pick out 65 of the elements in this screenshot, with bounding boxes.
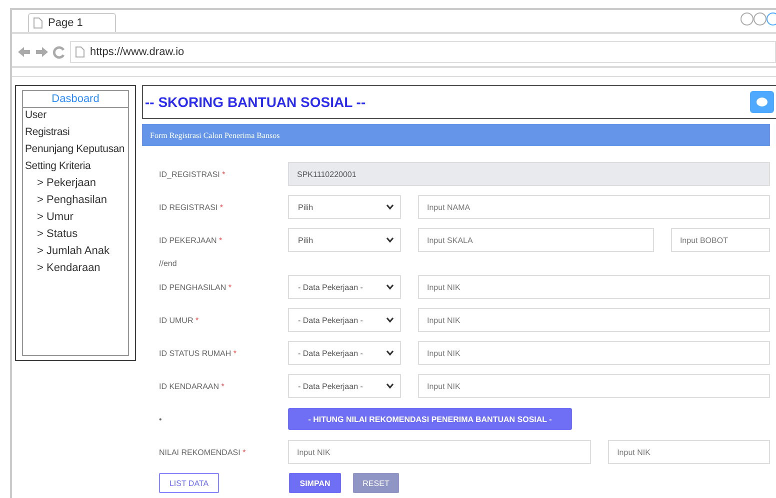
comment-text: //end xyxy=(159,259,177,268)
dot-icon xyxy=(756,97,768,107)
save-button[interactable]: SIMPAN xyxy=(289,473,341,493)
sidebar-subitem[interactable]: > Pekerjaan xyxy=(23,176,128,190)
input-field[interactable]: Input BOBOT xyxy=(670,228,770,252)
input-field[interactable]: Input NIK xyxy=(418,275,770,299)
chevron-icon xyxy=(386,317,394,323)
browser-tab[interactable]: Page 1 xyxy=(28,13,116,32)
sidebar-item[interactable]: User xyxy=(23,108,128,122)
forward-icon[interactable] xyxy=(35,46,49,58)
field-label: ID REGISTRASI xyxy=(159,202,218,212)
input-field[interactable]: Input NIK xyxy=(418,341,770,365)
required-mark: * xyxy=(195,316,199,324)
input-field[interactable]: Input NIK xyxy=(288,440,592,464)
chevron-icon xyxy=(386,237,394,243)
select-field[interactable]: - Data Pekerjaan - xyxy=(288,374,401,398)
form-title-bar: Form Registrasi Calon Penerima Bansos xyxy=(142,124,770,146)
required-mark: * xyxy=(222,170,226,178)
sidebar-subitem[interactable]: > Umur xyxy=(23,210,128,224)
select-field[interactable]: - Data Pekerjaan - xyxy=(288,308,401,332)
bullet-text: • xyxy=(159,414,163,424)
back-icon[interactable] xyxy=(17,46,31,58)
field-label: ID UMUR xyxy=(159,316,194,324)
select-field[interactable]: - Data Pekerjaan - xyxy=(288,341,401,365)
sidebar-item[interactable]: Registrasi xyxy=(23,125,128,139)
input-field[interactable]: SPK1110220001 xyxy=(288,162,770,186)
sidebar-subitem[interactable]: > Penghasilan xyxy=(23,193,128,207)
required-mark: * xyxy=(228,282,232,292)
window-controls-icon[interactable] xyxy=(740,12,776,26)
reload-icon[interactable] xyxy=(53,46,66,58)
chevron-icon xyxy=(386,383,394,389)
required-mark: * xyxy=(221,382,224,390)
input-field[interactable]: Input NIK xyxy=(418,308,770,332)
sidebar-subitem[interactable]: > Kendaraan xyxy=(23,261,128,275)
required-mark: * xyxy=(233,348,237,358)
url-field[interactable]: https://www.draw.io xyxy=(70,41,776,63)
page-icon xyxy=(75,46,85,58)
input-field[interactable]: Input NAMA xyxy=(418,195,770,219)
field-label: ID STATUS RUMAH xyxy=(159,348,232,358)
field-label: ID PEKERJAAN xyxy=(159,236,217,244)
calculate-button[interactable]: - HITUNG NILAI REKOMENDASI PENERIMA BANTUAN SOSIAL - xyxy=(288,408,572,430)
input-field[interactable]: Input SKALA xyxy=(418,228,654,252)
list-button[interactable]: LIST DATA xyxy=(159,473,219,493)
sidebar-item[interactable]: Penunjang Keputusan xyxy=(23,142,128,156)
select-field[interactable]: Pilih xyxy=(288,195,401,219)
select-field[interactable]: Pilih xyxy=(288,228,401,252)
input-field[interactable]: Input NIK xyxy=(418,374,770,398)
field-label: NILAI REKOMENDASI xyxy=(159,448,240,456)
required-mark: * xyxy=(219,236,222,244)
sidebar-subitem[interactable]: > Status xyxy=(23,227,128,241)
input-field[interactable]: Input NIK xyxy=(608,440,770,464)
required-mark: * xyxy=(220,202,224,212)
select-field[interactable]: - Data Pekerjaan - xyxy=(288,275,401,299)
page-icon xyxy=(33,17,43,29)
sidebar-subitem[interactable]: > Jumlah Anak xyxy=(23,244,128,258)
field-label: ID PENGHASILAN xyxy=(159,282,226,292)
field-label: ID_REGISTRASI xyxy=(159,170,220,178)
header-button[interactable] xyxy=(750,91,774,113)
chevron-icon xyxy=(386,284,394,290)
field-label: ID KENDARAAN xyxy=(159,382,220,390)
sidebar-item[interactable]: Setting Kriteria xyxy=(23,159,128,173)
page-title: -- SKORING BANTUAN SOSIAL -- xyxy=(145,94,366,110)
required-mark: * xyxy=(242,448,246,456)
chevron-icon xyxy=(386,204,394,210)
chevron-icon xyxy=(386,350,394,356)
